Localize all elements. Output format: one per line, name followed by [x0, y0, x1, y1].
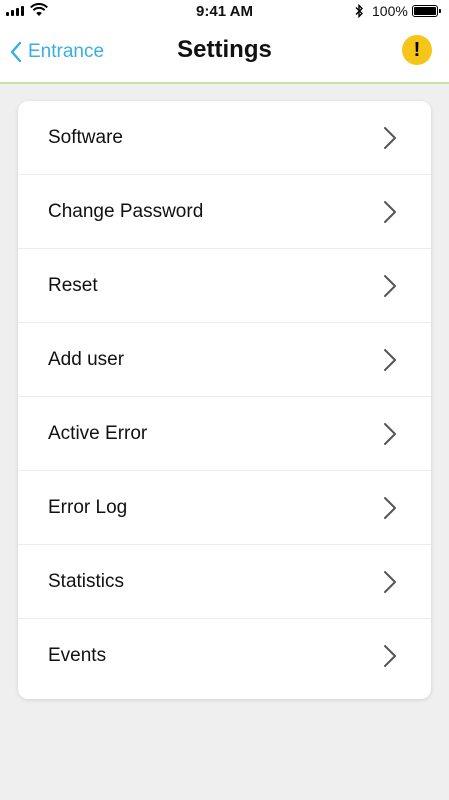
list-item-reset[interactable]: Reset [18, 249, 431, 323]
list-item-label: Events [48, 645, 107, 666]
page-title: Settings [177, 36, 272, 63]
battery-percent: 100% [372, 3, 408, 19]
alert-symbol: ! [413, 38, 421, 61]
chevron-right-icon [384, 274, 396, 297]
chevron-right-icon [384, 496, 396, 519]
list-item-statistics[interactable]: Statistics [18, 545, 431, 619]
alert-icon[interactable]: ! [402, 35, 432, 65]
list-item-label: Statistics [48, 570, 125, 592]
list-item-label: Add user [48, 348, 125, 370]
list-item-label: Change Password [48, 200, 204, 222]
status-bar: 9:41 AM 100% [0, 0, 449, 24]
list-item-software[interactable]: Software [18, 101, 431, 175]
list-item-label: Active Error [48, 422, 148, 444]
chevron-right-icon [384, 645, 396, 667]
bluetooth-icon [355, 4, 363, 18]
list-item-events[interactable]: Events [18, 619, 431, 693]
chevron-right-icon [384, 348, 396, 371]
chevron-right-icon [384, 570, 396, 593]
chevron-right-icon [384, 422, 396, 445]
settings-list: Software Change Password Reset Add user Acti… [18, 101, 431, 699]
list-item-error-log[interactable]: Error Log [18, 471, 431, 545]
list-item-label: Software [48, 126, 123, 148]
list-item-active-error[interactable]: Active Error [18, 397, 431, 471]
chevron-right-icon [384, 126, 396, 149]
list-item-add-user[interactable]: Add user [18, 323, 431, 397]
list-item-change-password[interactable]: Change Password [18, 175, 431, 249]
list-item-label: Reset [48, 274, 98, 296]
header: 9:41 AM 100% Entrance Settings ! [0, 0, 449, 84]
list-item-label: Error Log [48, 496, 128, 518]
battery-icon [412, 5, 441, 17]
chevron-right-icon [384, 200, 396, 223]
